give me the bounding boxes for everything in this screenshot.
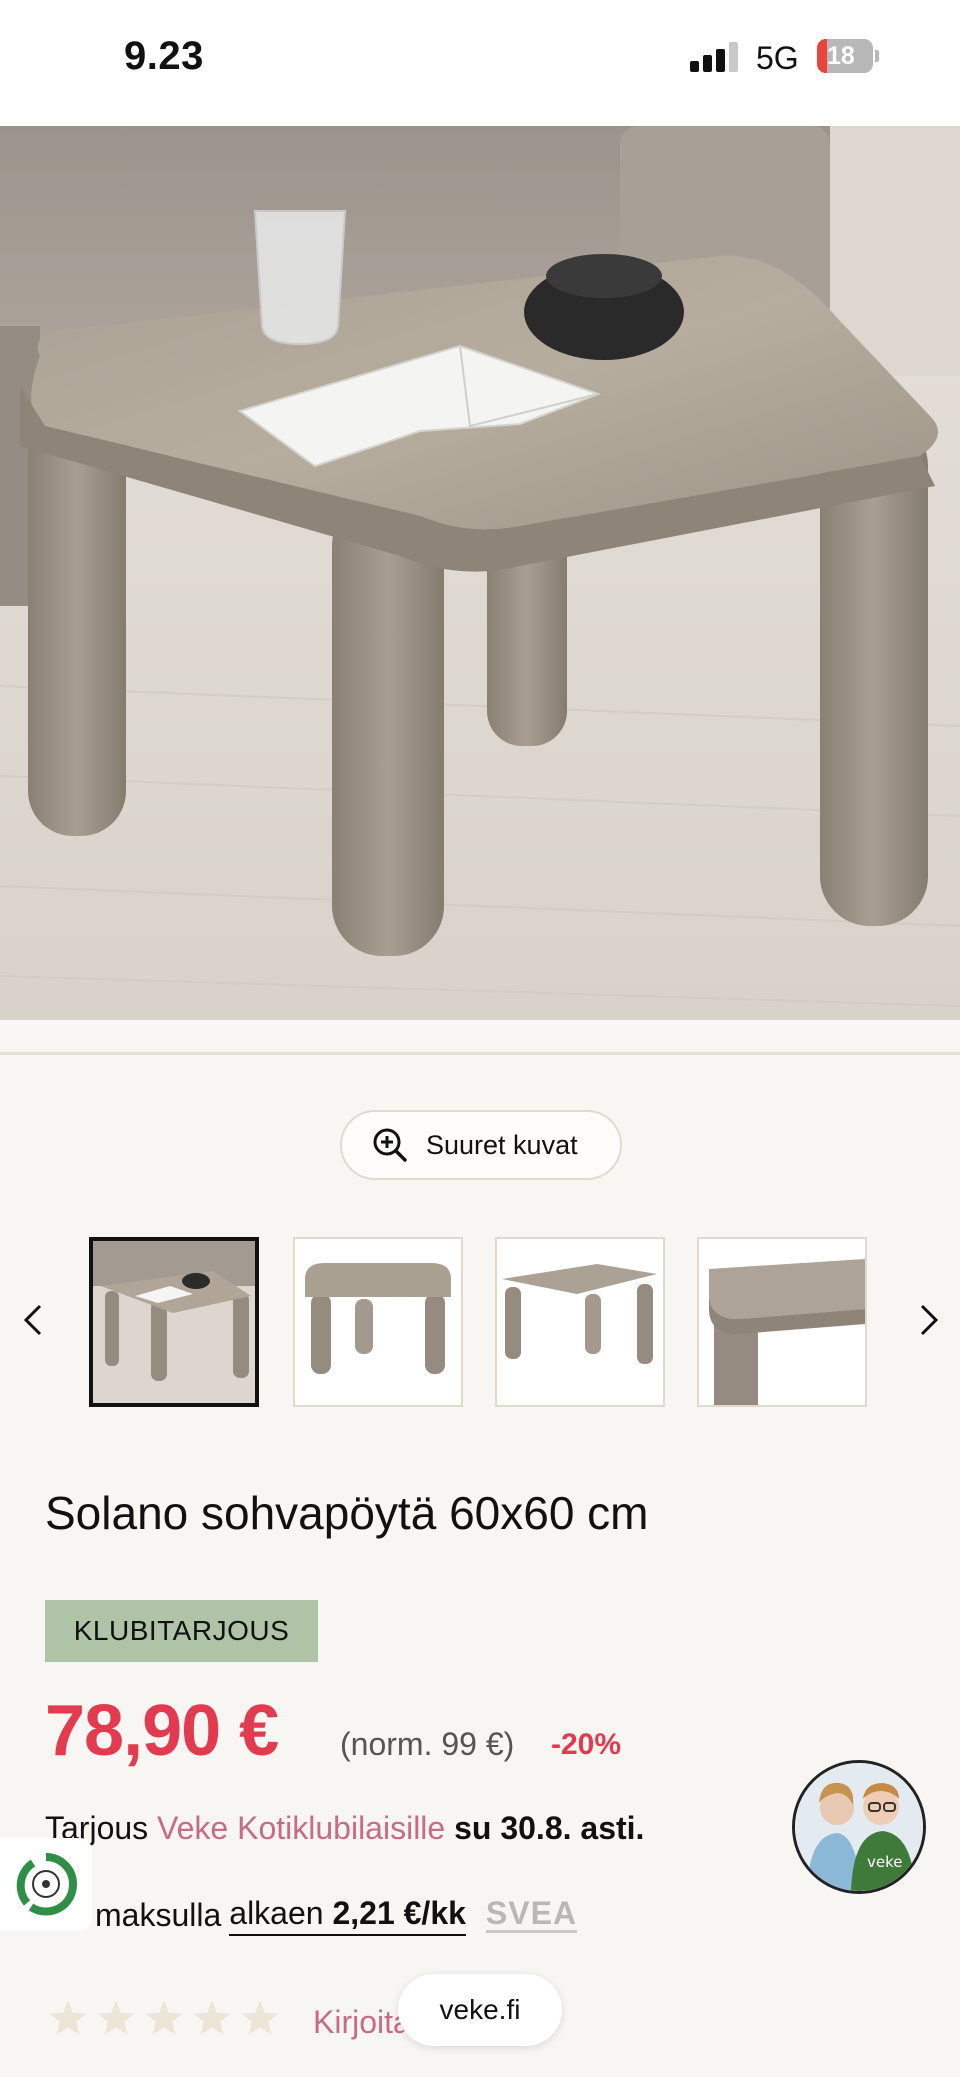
product-price: 78,90 € <box>45 1691 279 1771</box>
section-divider <box>0 1052 960 1055</box>
club-offer-badge: KLUBITARJOUS <box>45 1600 318 1662</box>
cellular-signal-icon <box>690 42 742 72</box>
chevron-right-icon[interactable] <box>908 1300 948 1340</box>
network-type: 5G <box>756 40 799 76</box>
installment-prefix: maksulla <box>95 1897 222 1933</box>
installment-link[interactable]: alkaen 2,21 €/kk <box>229 1895 466 1936</box>
gallery-thumbnail-3[interactable] <box>495 1237 665 1407</box>
rating-stars[interactable] <box>48 1998 280 2038</box>
installment-amount: 2,21 €/kk <box>332 1895 466 1931</box>
eco-recycle-icon[interactable] <box>0 1838 92 1930</box>
gallery-thumbnail-1[interactable] <box>89 1237 259 1407</box>
battery-level: 18 <box>827 42 855 70</box>
status-bar: 9.23 5G 18 <box>0 0 960 126</box>
zoom-in-icon <box>373 1128 407 1162</box>
gallery-thumbnail-4[interactable] <box>697 1237 867 1407</box>
browser-url-pill[interactable]: veke.fi <box>398 1974 562 2046</box>
status-time: 9.23 <box>124 34 204 78</box>
star-icon <box>49 2000 87 2035</box>
product-title: Solano sohvapöytä 60x60 cm <box>45 1487 649 1539</box>
star-icon <box>193 2000 231 2035</box>
offer-text: Tarjous Veke Kotiklubilaisille su 30.8. … <box>45 1810 644 1847</box>
chevron-left-icon[interactable] <box>14 1300 54 1340</box>
gallery-thumbnail-2[interactable] <box>293 1237 463 1407</box>
product-main-image[interactable] <box>0 126 960 1020</box>
installment-from: alkaen <box>229 1895 324 1931</box>
battery-icon: 18 <box>817 39 879 73</box>
offer-end-date: su 30.8. asti. <box>445 1810 645 1846</box>
kotiklubi-link[interactable]: Veke Kotiklubilaisille <box>157 1810 445 1846</box>
normal-price: (norm. 99 €) <box>340 1726 515 1762</box>
svg-text:veke: veke <box>867 1853 903 1871</box>
star-icon <box>97 2000 135 2035</box>
large-images-button[interactable]: Suuret kuvat <box>340 1110 622 1180</box>
star-icon <box>145 2000 183 2035</box>
installment-info: maksulla alkaen 2,21 €/kk SVEA <box>95 1895 578 1936</box>
large-images-label: Suuret kuvat <box>426 1129 578 1160</box>
svea-logo: SVEA <box>485 1895 578 1933</box>
discount-percent: -20% <box>551 1728 622 1761</box>
chat-support-avatar[interactable]: veke <box>792 1760 926 1894</box>
star-icon <box>241 2000 279 2035</box>
